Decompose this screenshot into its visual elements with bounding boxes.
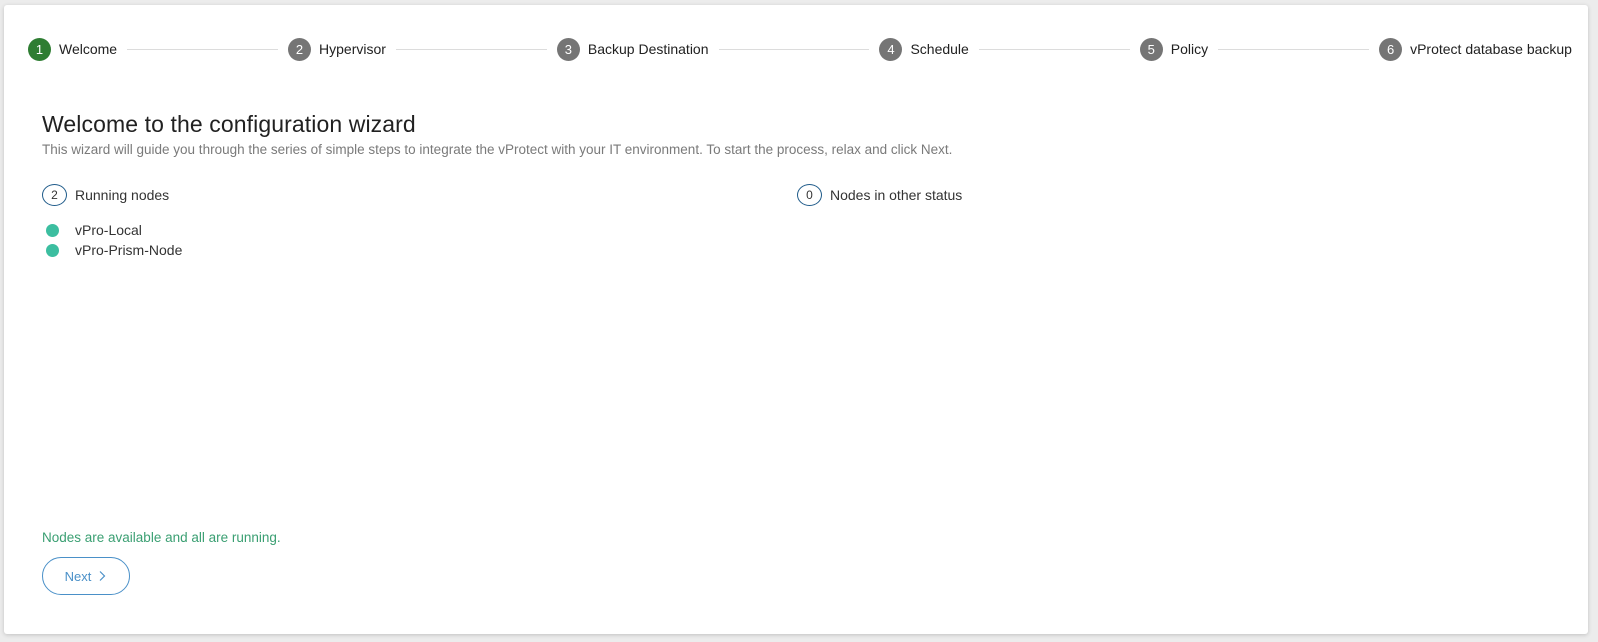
running-nodes-list: vPro-Local vPro-Prism-Node — [42, 220, 182, 260]
step-connector — [395, 48, 547, 50]
running-nodes-section: 2 Running nodes vPro-Local vPro-Prism-No… — [42, 184, 182, 260]
page-subtitle: This wizard will guide you through the s… — [42, 142, 953, 157]
nodes-status-message: Nodes are available and all are running. — [42, 530, 281, 545]
step-number: 4 — [879, 37, 903, 61]
step-number: 5 — [1139, 37, 1163, 61]
running-nodes-label: Running nodes — [75, 187, 170, 203]
running-nodes-header: 2 Running nodes — [42, 184, 182, 206]
other-nodes-label: Nodes in other status — [830, 187, 963, 203]
step-backup-destination[interactable]: 3 Backup Destination — [556, 37, 709, 61]
chevron-right-icon — [99, 571, 106, 581]
step-number: 6 — [1379, 37, 1403, 61]
wizard-card: 1 Welcome 2 Hypervisor 3 Backup Destinat… — [4, 5, 1588, 634]
status-dot-icon — [46, 243, 59, 257]
next-button[interactable]: Next — [42, 557, 130, 595]
step-hypervisor[interactable]: 2 Hypervisor — [288, 37, 386, 61]
step-policy[interactable]: 5 Policy — [1139, 37, 1209, 61]
list-item: vPro-Local — [42, 220, 182, 240]
step-schedule[interactable]: 4 Schedule — [879, 37, 969, 61]
other-nodes-header: 0 Nodes in other status — [797, 184, 962, 206]
step-number: 3 — [556, 37, 580, 61]
step-welcome[interactable]: 1 Welcome — [28, 37, 118, 61]
wizard-stepper: 1 Welcome 2 Hypervisor 3 Backup Destinat… — [28, 34, 1572, 64]
step-number: 1 — [28, 37, 51, 61]
step-connector — [127, 48, 279, 50]
other-nodes-count: 0 — [797, 184, 822, 206]
node-name: vPro-Prism-Node — [75, 242, 183, 258]
next-button-label: Next — [64, 568, 92, 584]
step-label: Hypervisor — [319, 41, 386, 57]
step-label: Welcome — [59, 41, 118, 57]
step-database-backup[interactable]: 6 vProtect database backup — [1379, 37, 1572, 61]
step-label: vProtect database backup — [1410, 41, 1572, 57]
step-label: Backup Destination — [587, 41, 709, 57]
page-title: Welcome to the configuration wizard — [42, 111, 416, 137]
step-connector — [978, 48, 1130, 50]
status-dot-icon — [46, 223, 59, 237]
node-name: vPro-Local — [75, 222, 142, 238]
other-nodes-section: 0 Nodes in other status — [797, 184, 962, 206]
running-nodes-count: 2 — [42, 184, 67, 206]
step-label: Policy — [1170, 41, 1209, 57]
list-item: vPro-Prism-Node — [42, 240, 182, 260]
step-connector — [718, 48, 870, 50]
step-number: 2 — [288, 37, 312, 61]
step-connector — [1218, 48, 1370, 50]
step-label: Schedule — [910, 41, 969, 57]
